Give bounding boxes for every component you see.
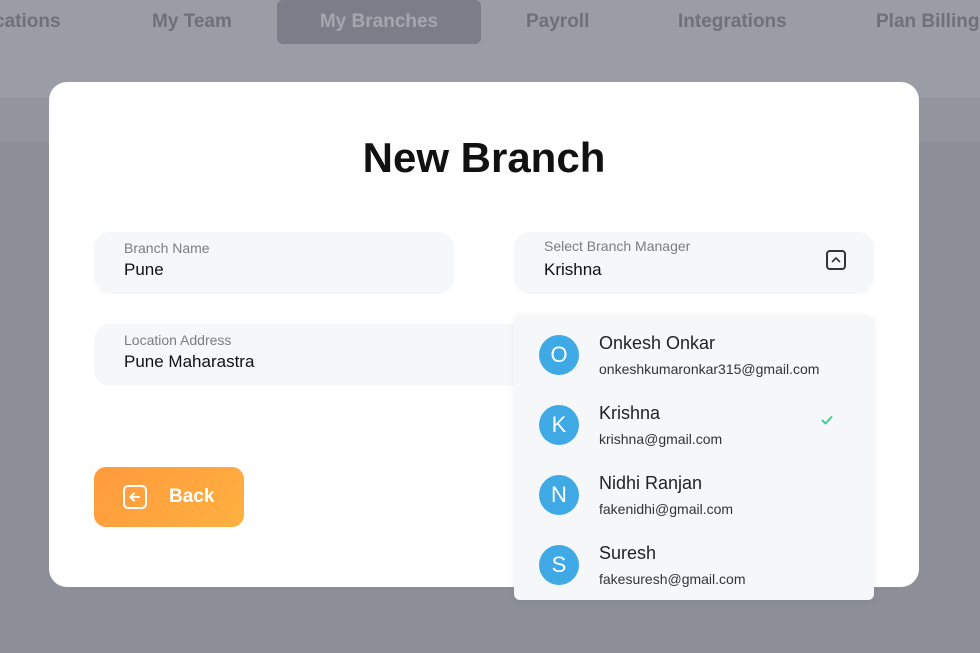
option-email: krishna@gmail.com [599,431,723,447]
location-address-field[interactable]: Location Address Pune Maharastra [94,324,564,386]
branch-name-label: Branch Name [124,240,210,256]
option-name: Suresh [599,543,657,563]
branch-manager-label: Select Branch Manager [544,238,691,254]
tab-plan-billing[interactable]: Plan Billing [876,0,979,44]
tab-my-branches[interactable]: My Branches [277,0,481,44]
avatar: N [539,475,579,515]
tab-integrations[interactable]: Integrations [678,0,787,44]
option-name: Krishna [599,403,661,423]
branch-name-field[interactable]: Branch Name Pune [94,232,454,294]
manager-option-onkesh[interactable]: O Onkesh Onkar onkeshkumaronkar315@gmail… [514,325,874,395]
option-name: Onkesh Onkar [599,333,716,353]
branch-manager-select[interactable]: Select Branch Manager Krishna [514,232,874,294]
back-button[interactable]: Back [94,467,244,527]
option-name: Nidhi Ranjan [599,473,703,493]
avatar: S [539,545,579,585]
tab-locations[interactable]: cations [0,0,61,44]
option-email: fakesuresh@gmail.com [599,571,746,587]
branch-manager-dropdown: O Onkesh Onkar onkeshkumaronkar315@gmail… [514,315,874,600]
location-address-label: Location Address [124,332,232,348]
avatar: K [539,405,579,445]
manager-option-nidhi[interactable]: N Nidhi Ranjan fakenidhi@gmail.com [514,465,874,535]
modal-title: New Branch [362,134,606,181]
manager-option-suresh[interactable]: S Suresh fakesuresh@gmail.com [514,535,874,605]
back-label: Back [169,486,215,507]
option-email: fakenidhi@gmail.com [599,501,734,517]
tab-my-team[interactable]: My Team [152,0,232,44]
manager-option-krishna[interactable]: K Krishna krishna@gmail.com [514,395,874,465]
location-address-value[interactable]: Pune Maharastra [124,352,254,372]
chevron-up-icon[interactable] [826,250,846,270]
branch-manager-value: Krishna [544,260,602,279]
tab-payroll[interactable]: Payroll [526,0,589,44]
arrow-left-box-icon [123,485,147,509]
avatar: O [539,335,579,375]
branch-name-value[interactable]: Pune [124,260,164,280]
check-icon [821,416,833,425]
option-email: onkeshkumaronkar315@gmail.com [599,361,820,377]
